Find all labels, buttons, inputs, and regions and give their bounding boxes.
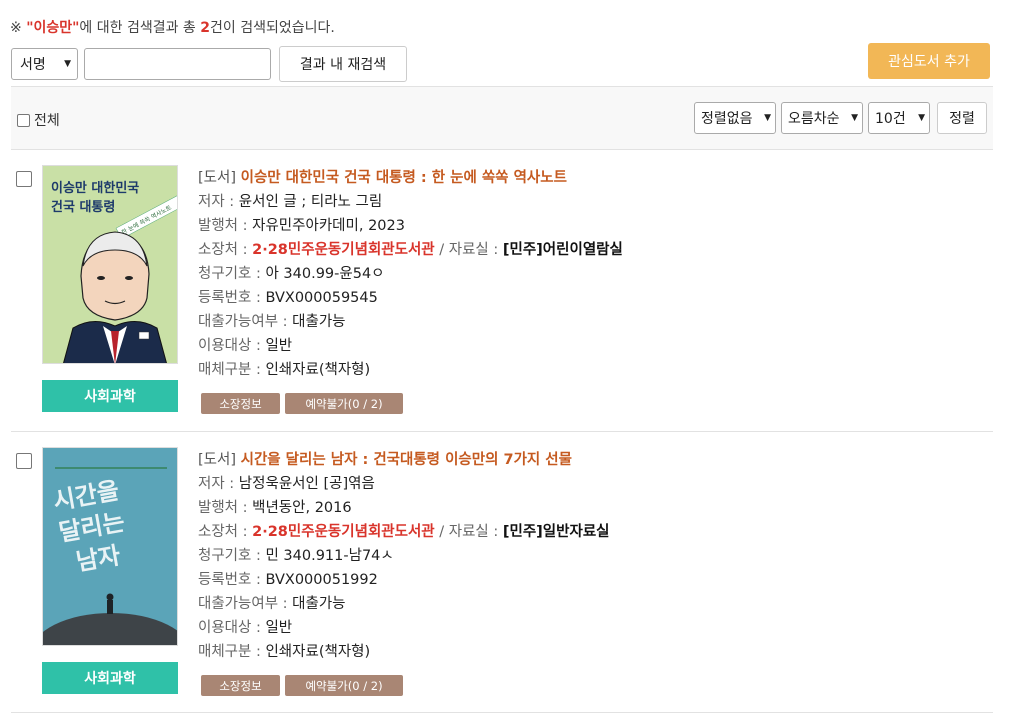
svg-text:건국 대통령: 건국 대통령 bbox=[51, 199, 115, 215]
research-input[interactable] bbox=[84, 48, 271, 80]
research-button[interactable]: 결과 내 재검색 bbox=[279, 46, 407, 82]
call-number: 민 340.911-남74ㅅ bbox=[265, 548, 394, 564]
reading-room: [민주]어린이열람실 bbox=[502, 242, 623, 258]
book-info: [도서] 이승만 대한민국 건국 대통령 : 한 눈에 쏙쏙 역사노트 저자 :… bbox=[198, 170, 623, 378]
material-type: [도서] bbox=[198, 170, 241, 186]
category-badge: 사회과학 bbox=[42, 380, 178, 412]
holding-library: 2·28민주운동기념회관도서관 bbox=[252, 242, 435, 258]
book-info: [도서] 시간을 달리는 남자 : 건국대통령 이승만의 7가지 선물 저자 :… bbox=[198, 452, 610, 660]
select-all-label: 전체 bbox=[34, 113, 60, 129]
media-type: 인쇄자료(책자형) bbox=[265, 644, 371, 660]
registration-number: BVX000059545 bbox=[265, 290, 378, 306]
chevron-down-icon: ▼ bbox=[918, 113, 925, 123]
chevron-down-icon: ▼ bbox=[64, 59, 71, 69]
add-interest-book-button[interactable]: 관심도서 추가 bbox=[868, 43, 990, 79]
holding-info-button[interactable]: 소장정보 bbox=[201, 393, 280, 414]
author-value: 남정욱윤서인 [공]엮음 bbox=[238, 476, 375, 492]
book-cover[interactable]: 이승만 대한민국 건국 대통령 한 눈에 쏙쏙 역사노트 bbox=[42, 165, 178, 364]
holding-info-button[interactable]: 소장정보 bbox=[201, 675, 280, 696]
reserve-button[interactable]: 예약불가(0 / 2) bbox=[285, 675, 403, 696]
research-form: 서명 ▼ 결과 내 재검색 bbox=[11, 46, 407, 82]
reading-room: [민주]일반자료실 bbox=[502, 524, 610, 540]
registration-number: BVX000051992 bbox=[265, 572, 378, 588]
media-type: 인쇄자료(책자형) bbox=[265, 362, 371, 378]
loan-status: 대출가능 bbox=[292, 596, 346, 612]
action-buttons: 소장정보 예약불가(0 / 2) bbox=[201, 393, 408, 414]
result-count: 2 bbox=[200, 20, 211, 36]
result-toolbar: 전체 정렬없음 ▼ 오름차순 ▼ 10건 ▼ 정렬 bbox=[11, 86, 993, 150]
svg-text:이승만 대한민국: 이승만 대한민국 bbox=[51, 180, 139, 196]
result-item: 시간을 달리는 남자 사회과학 [도서] 시간을 달리는 남자 : 건국대통령 … bbox=[11, 432, 993, 714]
page-size-select[interactable]: 10건 ▼ bbox=[868, 102, 930, 134]
author-value: 윤서인 글 ; 티라노 그림 bbox=[238, 194, 383, 210]
target-audience: 일반 bbox=[265, 620, 293, 636]
book-title-link[interactable]: 이승만 대한민국 건국 대통령 : 한 눈에 쏙쏙 역사노트 bbox=[241, 170, 567, 186]
reserve-button[interactable]: 예약불가(0 / 2) bbox=[285, 393, 403, 414]
search-field-select[interactable]: 서명 ▼ bbox=[11, 48, 78, 80]
sort-field-select[interactable]: 정렬없음 ▼ bbox=[694, 102, 776, 134]
chevron-down-icon: ▼ bbox=[764, 113, 771, 123]
book-cover[interactable]: 시간을 달리는 남자 bbox=[42, 447, 178, 646]
category-badge: 사회과학 bbox=[42, 662, 178, 694]
material-type: [도서] bbox=[198, 452, 241, 468]
publisher-value: 백년동안, 2016 bbox=[252, 500, 352, 516]
item-divider bbox=[11, 712, 993, 713]
book-cover-image: 시간을 달리는 남자 bbox=[43, 448, 177, 645]
loan-status: 대출가능 bbox=[292, 314, 346, 330]
chevron-down-icon: ▼ bbox=[851, 113, 858, 123]
sort-controls: 정렬없음 ▼ 오름차순 ▼ 10건 ▼ 정렬 bbox=[689, 102, 987, 134]
select-all: 전체 bbox=[17, 110, 60, 130]
result-checkbox[interactable] bbox=[16, 453, 32, 469]
search-keyword: 이승만 bbox=[33, 20, 73, 36]
target-audience: 일반 bbox=[265, 338, 293, 354]
action-buttons: 소장정보 예약불가(0 / 2) bbox=[201, 675, 408, 696]
book-title-link[interactable]: 시간을 달리는 남자 : 건국대통령 이승만의 7가지 선물 bbox=[241, 452, 572, 468]
call-number: 아 340.99-윤54ㅇ bbox=[265, 266, 385, 282]
holding-library: 2·28민주운동기념회관도서관 bbox=[252, 524, 435, 540]
publisher-value: 자유민주아카데미, 2023 bbox=[252, 218, 405, 234]
sort-order-select[interactable]: 오름차순 ▼ bbox=[781, 102, 863, 134]
search-result-summary: ※ "이승만"에 대한 검색결과 총 2건이 검색되었습니다. bbox=[10, 20, 335, 36]
select-all-checkbox[interactable] bbox=[17, 113, 30, 127]
book-cover-image: 이승만 대한민국 건국 대통령 한 눈에 쏙쏙 역사노트 bbox=[43, 166, 177, 363]
result-checkbox[interactable] bbox=[16, 171, 32, 187]
result-item: 이승만 대한민국 건국 대통령 한 눈에 쏙쏙 역사노트 사회과학 [도서] 이… bbox=[11, 150, 993, 432]
sort-button[interactable]: 정렬 bbox=[937, 102, 987, 134]
